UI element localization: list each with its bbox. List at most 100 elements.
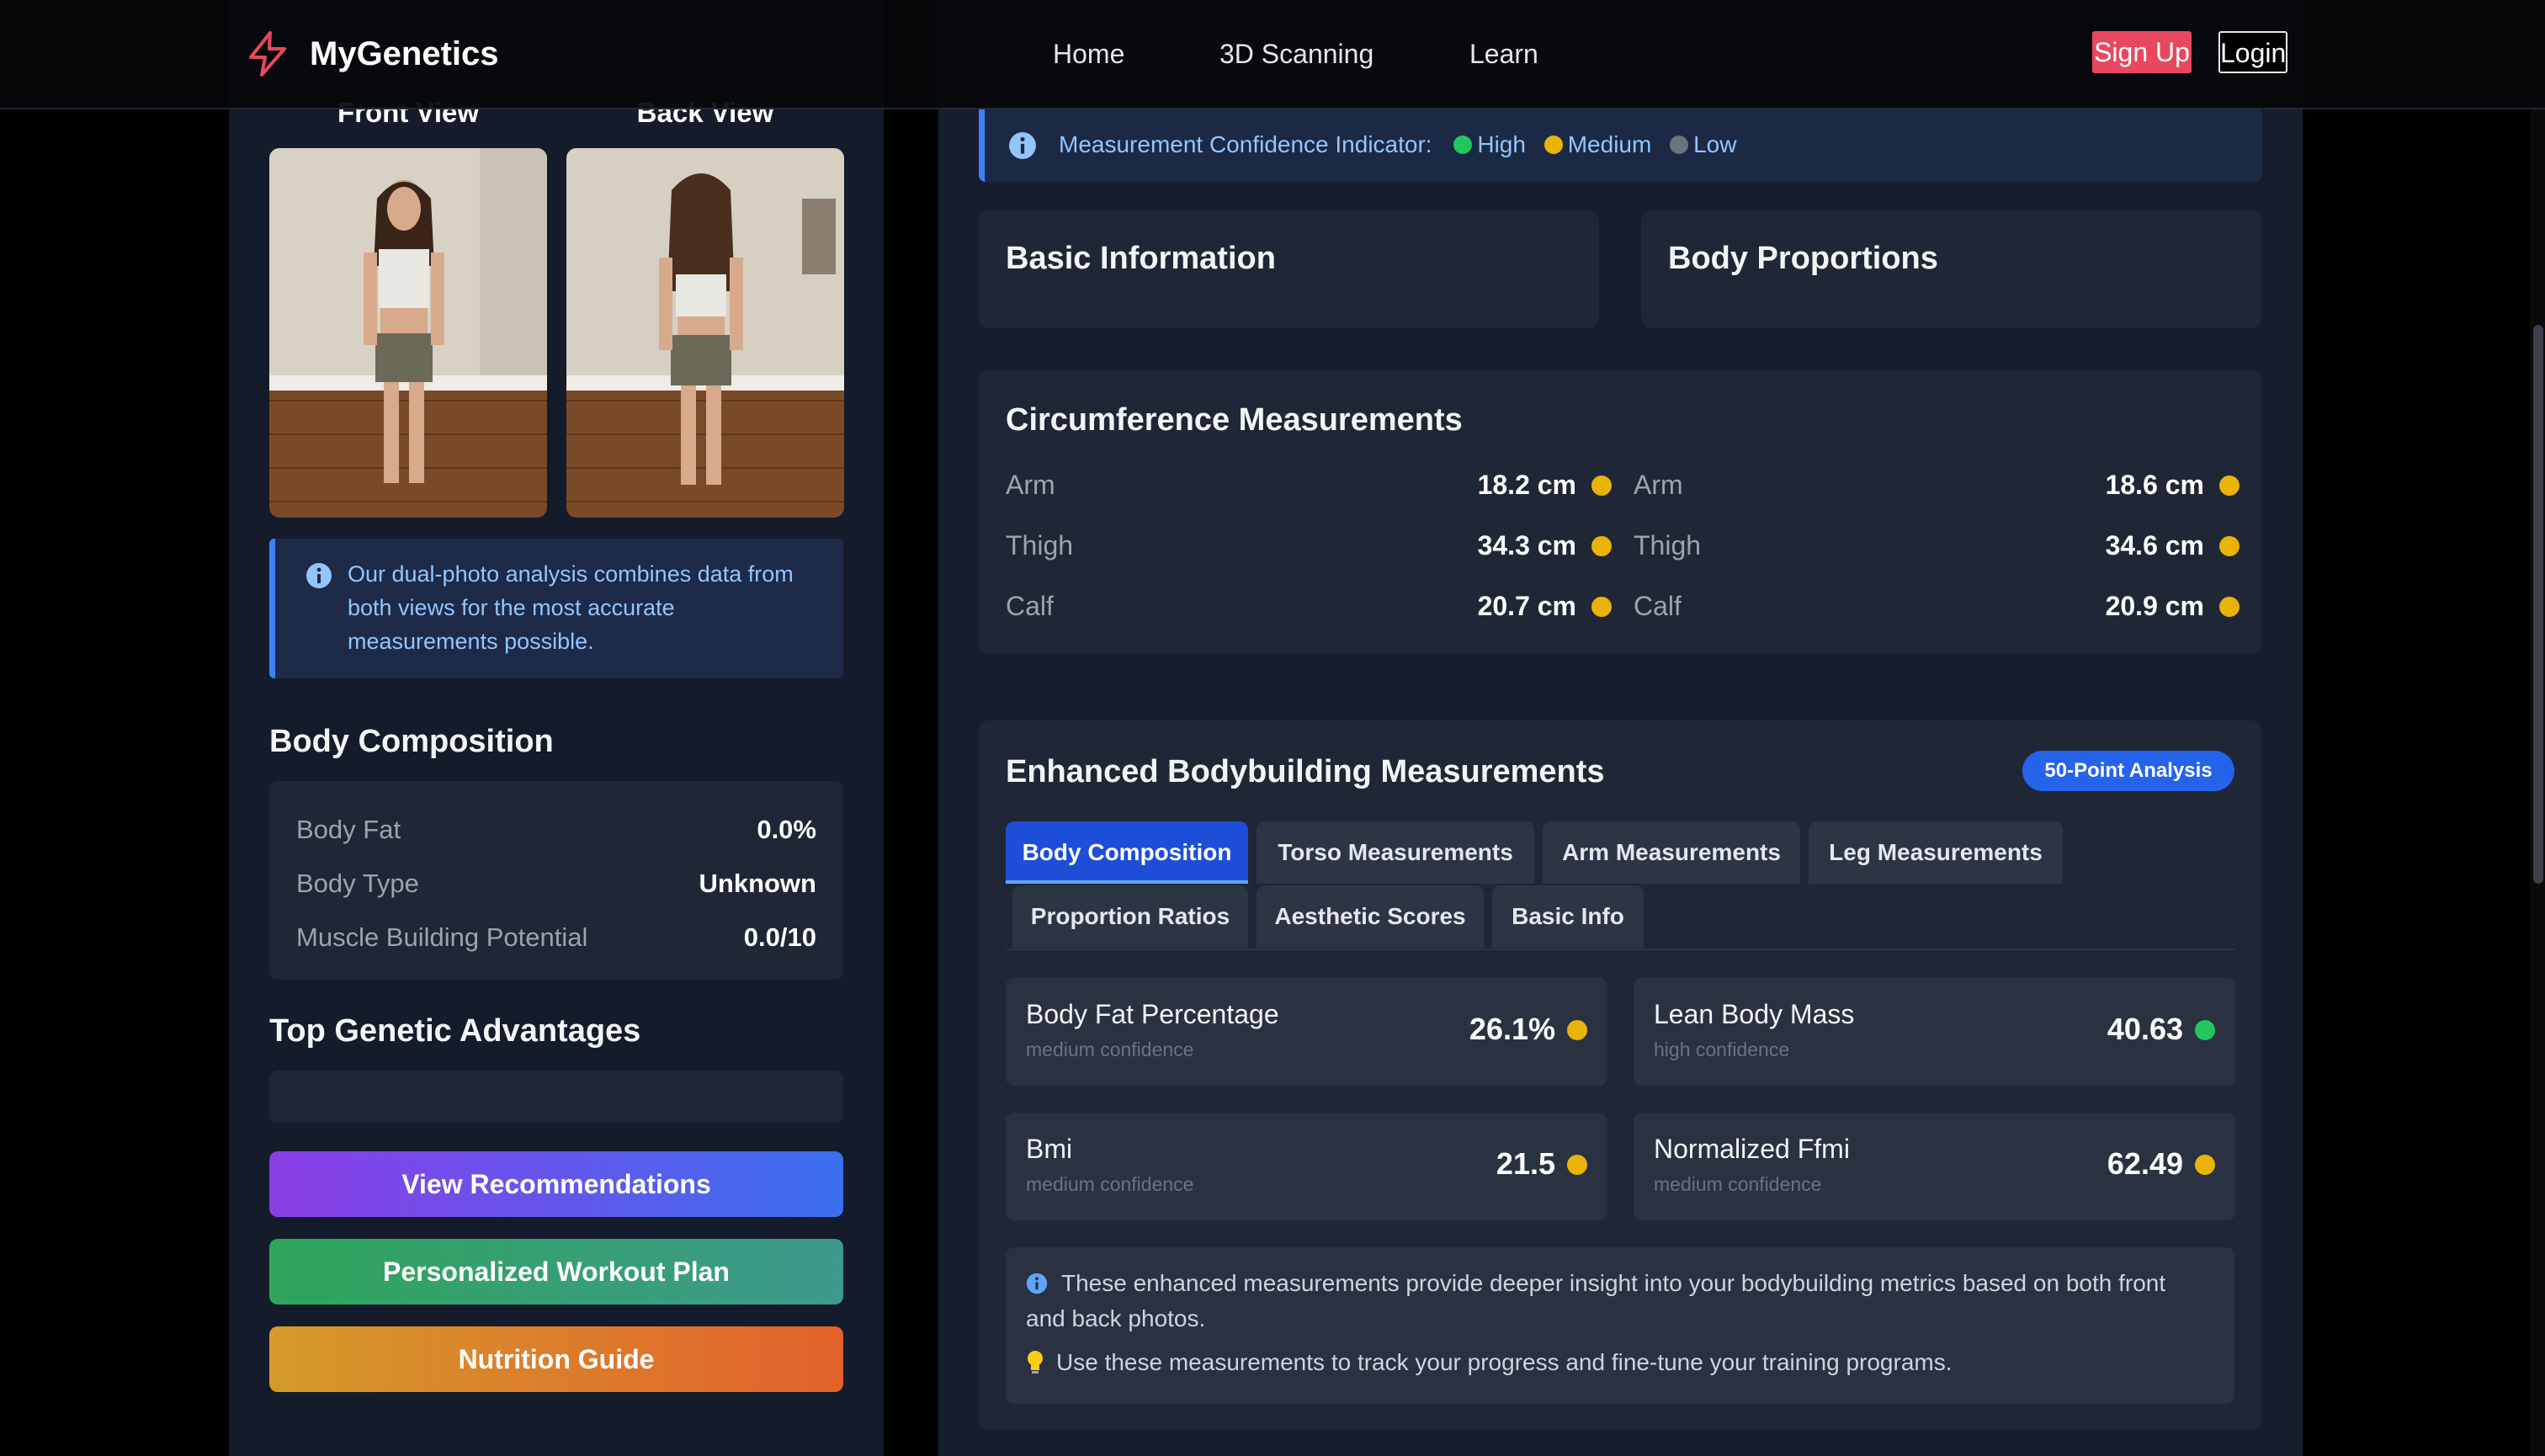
metric-confidence: high confidence <box>1654 1039 1790 1060</box>
front-view-photo <box>269 148 547 518</box>
circ-row: Calf 20.9 cm <box>1634 581 2239 631</box>
info-note-text: Our dual-photo analysis combines data fr… <box>348 561 794 654</box>
circ-label: Thigh <box>1634 530 1702 561</box>
basic-information-title: Basic Information <box>1006 241 1276 276</box>
confidence-dot <box>1591 476 1612 496</box>
metric-card-body-fat: Body Fat Percentage medium confidence 26… <box>1006 978 1607 1086</box>
info-icon <box>306 563 332 588</box>
circ-label: Calf <box>1634 591 1682 621</box>
workout-plan-button[interactable]: Personalized Workout Plan <box>269 1239 843 1305</box>
confidence-dot <box>2219 597 2239 617</box>
tab-aesthetic-scores[interactable]: Aesthetic Scores <box>1257 885 1484 948</box>
tab-basic-info[interactable]: Basic Info <box>1492 885 1644 948</box>
enhanced-title: Enhanced Bodybuilding Measurements <box>1006 754 1605 789</box>
metric-card-ffmi: Normalized Ffmi medium confidence 62.49 <box>1634 1113 2235 1220</box>
enhanced-note-text: These enhanced measurements provide deep… <box>1026 1270 2166 1331</box>
sign-up-button[interactable]: Sign Up <box>2092 31 2192 73</box>
metric-label: Normalized Ffmi <box>1654 1134 1850 1164</box>
tab-leg-measurements[interactable]: Leg Measurements <box>1809 821 2063 884</box>
high-dot <box>1453 136 1473 154</box>
confidence-indicator: Measurement Confidence Indicator: High M… <box>979 108 2262 182</box>
enhanced-measurements-card: Enhanced Bodybuilding Measurements 50-Po… <box>979 720 2261 1429</box>
info-icon <box>1009 132 1036 159</box>
nutrition-guide-button[interactable]: Nutrition Guide <box>269 1326 843 1392</box>
confidence-label: Measurement Confidence Indicator: <box>1059 131 1432 157</box>
body-fat-row: Body Fat 0.0% <box>296 806 816 853</box>
low-dot <box>1670 136 1689 154</box>
enhanced-info-note: These enhanced measurements provide deep… <box>1006 1247 2234 1404</box>
medium-label: Medium <box>1567 131 1652 157</box>
advantages-list <box>269 1071 843 1123</box>
lightbulb-icon <box>1028 1351 1043 1374</box>
circ-value: 20.7 cm <box>1477 591 1576 621</box>
metric-card-lean-mass: Lean Body Mass high confidence 40.63 <box>1634 978 2235 1086</box>
back-view-photo <box>566 148 844 518</box>
metric-value: 21.5 <box>1496 1146 1555 1181</box>
nav-home[interactable]: Home <box>1053 37 1124 71</box>
body-composition-card: Body Fat 0.0% Body Type Unknown Muscle B… <box>269 781 843 980</box>
view-recommendations-button[interactable]: View Recommendations <box>269 1151 843 1217</box>
metric-card-bmi: Bmi medium confidence 21.5 <box>1006 1113 1607 1220</box>
circ-value: 34.3 cm <box>1477 530 1576 561</box>
top-navbar: MyGenetics Home 3D Scanning Learn Sign U… <box>0 0 2545 109</box>
metric-label: Bmi <box>1026 1134 1073 1164</box>
nav-learn[interactable]: Learn <box>1469 37 1538 71</box>
kv-label: Body Type <box>296 869 419 898</box>
circ-label: Thigh <box>1006 530 1074 561</box>
circ-value: 20.9 cm <box>2105 591 2204 621</box>
body-proportions-title: Body Proportions <box>1668 241 1938 276</box>
confidence-dot <box>2219 536 2239 556</box>
enhanced-tip-text: Use these measurements to track your pro… <box>1056 1349 1953 1375</box>
kv-value: Unknown <box>699 869 817 898</box>
body-proportions-card: Body Proportions <box>1641 210 2261 328</box>
kv-value: 0.0% <box>757 815 816 844</box>
low-label: Low <box>1693 131 1737 157</box>
metric-value: 62.49 <box>2107 1146 2183 1181</box>
metric-value: 40.63 <box>2107 1012 2183 1046</box>
lightning-icon[interactable] <box>244 30 291 77</box>
tab-torso-measurements[interactable]: Torso Measurements <box>1257 821 1534 884</box>
metric-confidence: medium confidence <box>1654 1173 1822 1195</box>
metric-confidence: medium confidence <box>1026 1039 1194 1060</box>
high-label: High <box>1477 131 1526 157</box>
metric-value: 26.1% <box>1469 1012 1555 1046</box>
confidence-dot <box>1567 1155 1587 1175</box>
confidence-dot <box>2195 1020 2215 1040</box>
body-type-row: Body Type Unknown <box>296 860 816 907</box>
brand-name[interactable]: MyGenetics <box>310 32 499 76</box>
confidence-dot <box>1591 597 1612 617</box>
metric-label: Body Fat Percentage <box>1026 999 1279 1029</box>
tab-divider <box>1006 949 2234 950</box>
circ-label: Arm <box>1006 470 1055 500</box>
circ-row: Calf 20.7 cm <box>1006 581 1612 631</box>
tab-proportion-ratios[interactable]: Proportion Ratios <box>1012 885 1248 948</box>
top-advantages-title: Top Genetic Advantages <box>269 1013 641 1049</box>
basic-information-card: Basic Information <box>979 210 1599 328</box>
confidence-dot <box>2195 1155 2215 1175</box>
kv-label: Muscle Building Potential <box>296 922 588 952</box>
metric-label: Lean Body Mass <box>1654 999 1855 1029</box>
muscle-potential-row: Muscle Building Potential 0.0/10 <box>296 914 816 961</box>
circ-value: 18.6 cm <box>2105 470 2204 500</box>
analysis-badge: 50-Point Analysis <box>2022 751 2234 791</box>
body-composition-title: Body Composition <box>269 724 554 759</box>
circumference-card: Circumference Measurements Arm 18.2 cm T… <box>979 370 2261 653</box>
circ-label: Calf <box>1006 591 1054 621</box>
circ-row: Thigh 34.3 cm <box>1006 520 1612 571</box>
confidence-legend: Measurement Confidence Indicator: High M… <box>1059 126 1736 163</box>
circ-label: Arm <box>1634 470 1683 500</box>
tab-body-composition[interactable]: Body Composition <box>1006 821 1248 884</box>
confidence-dot <box>2219 476 2239 496</box>
scrollbar-thumb[interactable] <box>2533 325 2543 884</box>
kv-value: 0.0/10 <box>743 922 816 952</box>
tab-arm-measurements[interactable]: Arm Measurements <box>1543 821 1800 884</box>
confidence-dot <box>1567 1020 1587 1040</box>
dual-photo-info-note: Our dual-photo analysis combines data fr… <box>269 539 843 678</box>
circumference-title: Circumference Measurements <box>1006 402 1463 438</box>
circ-row: Arm 18.6 cm <box>1634 460 2239 510</box>
circ-value: 34.6 cm <box>2105 530 2204 561</box>
nav-3d-scanning[interactable]: 3D Scanning <box>1219 37 1373 71</box>
login-button[interactable]: Login <box>2218 31 2287 73</box>
circ-value: 18.2 cm <box>1477 470 1576 500</box>
confidence-dot <box>1591 536 1612 556</box>
